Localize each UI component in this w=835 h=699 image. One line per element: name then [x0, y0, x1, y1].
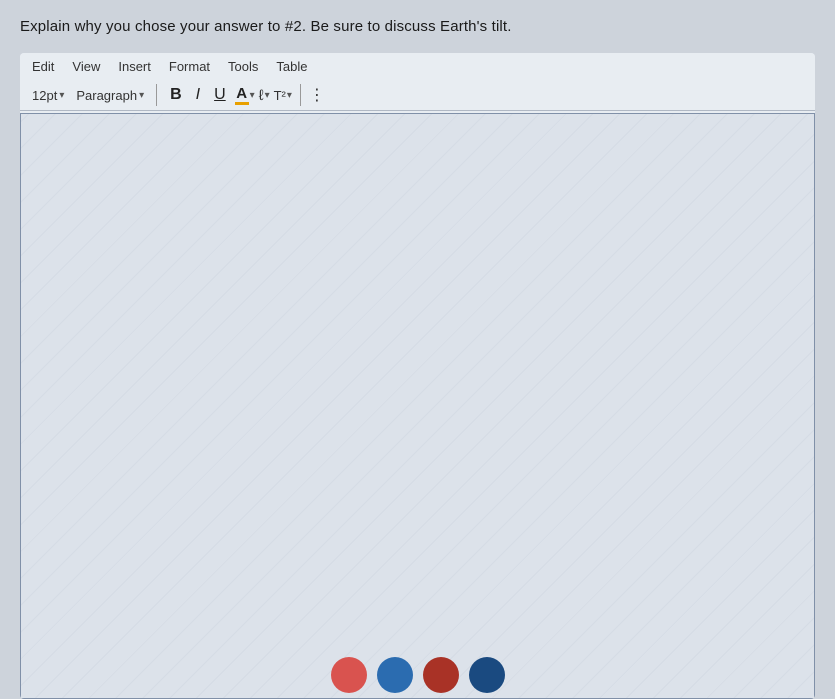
- editor-container: Edit View Insert Format Tools Table 12pt…: [20, 53, 815, 699]
- editor-area[interactable]: [20, 113, 815, 699]
- menu-edit[interactable]: Edit: [32, 59, 54, 74]
- dark-blue-circle-button[interactable]: [469, 657, 505, 693]
- eraser-group[interactable]: ℓ ▾: [259, 87, 270, 104]
- underline-button[interactable]: U: [209, 84, 231, 106]
- more-options-button[interactable]: ⋮: [309, 85, 326, 105]
- paragraph-chevron: ▾: [139, 90, 144, 101]
- page-container: Explain why you chose your answer to #2.…: [0, 0, 835, 699]
- superscript-group[interactable]: T² ▾: [274, 88, 292, 103]
- paragraph-label: Paragraph: [76, 88, 137, 103]
- bottom-buttons: [0, 649, 835, 699]
- font-color-letter: A: [236, 86, 247, 101]
- dark-red-circle-button[interactable]: [423, 657, 459, 693]
- font-color-button[interactable]: A: [235, 86, 249, 105]
- eraser-button[interactable]: ℓ: [259, 87, 264, 104]
- font-color-bar: [235, 102, 249, 105]
- menu-insert[interactable]: Insert: [118, 59, 151, 74]
- menu-format[interactable]: Format: [169, 59, 210, 74]
- question-text: Explain why you chose your answer to #2.…: [20, 18, 815, 35]
- menu-view[interactable]: View: [72, 59, 100, 74]
- menu-tools[interactable]: Tools: [228, 59, 258, 74]
- italic-button[interactable]: I: [191, 84, 205, 106]
- font-color-group[interactable]: A ▾: [235, 86, 255, 105]
- eraser-chevron: ▾: [265, 90, 270, 101]
- bold-button[interactable]: B: [165, 84, 187, 106]
- font-size-chevron: ▾: [59, 90, 64, 101]
- superscript-button[interactable]: T²: [274, 88, 286, 103]
- toolbar: 12pt ▾ Paragraph ▾ B I U A ▾: [20, 80, 815, 111]
- superscript-chevron: ▾: [287, 90, 292, 101]
- menu-table[interactable]: Table: [276, 59, 307, 74]
- menu-bar: Edit View Insert Format Tools Table: [20, 53, 815, 80]
- font-size-dropdown[interactable]: 12pt ▾: [28, 86, 68, 105]
- toolbar-divider-2: [300, 84, 301, 106]
- font-color-chevron: ▾: [250, 90, 255, 101]
- paragraph-dropdown[interactable]: Paragraph ▾: [72, 86, 148, 105]
- toolbar-divider-1: [156, 84, 157, 106]
- red-circle-button[interactable]: [331, 657, 367, 693]
- blue-circle-button[interactable]: [377, 657, 413, 693]
- font-size-value: 12pt: [32, 88, 57, 103]
- editor-textarea[interactable]: [21, 114, 814, 698]
